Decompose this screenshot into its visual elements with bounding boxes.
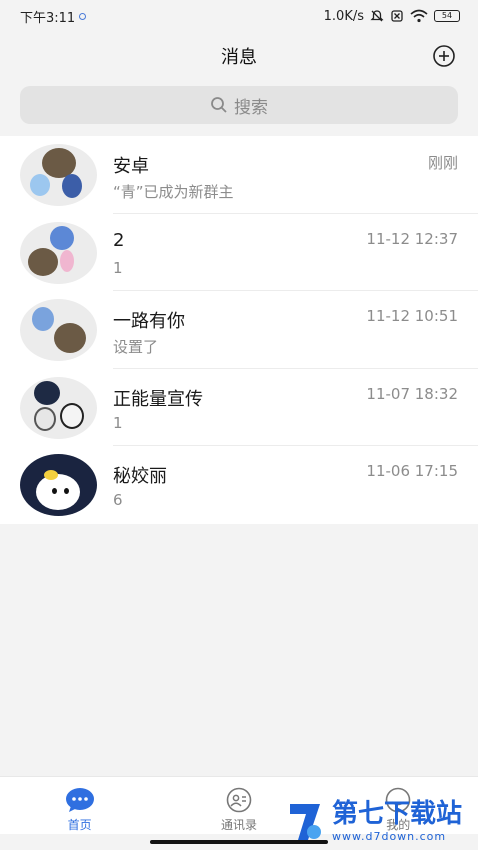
conversation-time: 11-07 18:32 (366, 384, 458, 403)
conversation-name: 秘姣丽 (113, 466, 167, 488)
conversation-row[interactable]: 正能量宣传 1 11-07 18:32 (0, 369, 478, 447)
conversation-text: 正能量宣传 1 11-07 18:32 (113, 369, 458, 447)
network-speed: 1.0K/s (323, 8, 364, 24)
conversation-time: 11-12 10:51 (366, 307, 458, 326)
conversation-time: 11-06 17:15 (366, 462, 458, 481)
conversation-message: “青”已成为新群主 (113, 183, 234, 201)
conversation-row[interactable]: 安卓 “青”已成为新群主 刚刚 (0, 136, 478, 214)
search-input[interactable]: 搜索 (20, 86, 458, 124)
conversation-time: 11-12 12:37 (366, 229, 458, 248)
conversation-time: 刚刚 (427, 154, 458, 172)
page-title: 消息 (221, 47, 257, 68)
user-avatar (20, 454, 97, 517)
search-bar[interactable]: 搜索 (20, 86, 458, 124)
status-time: 下午3:11 (20, 10, 76, 26)
conversation-name: 安卓 (113, 156, 149, 177)
add-icon[interactable] (432, 44, 456, 68)
status-right: 1.0K/s 54 (324, 9, 460, 24)
watermark-text-block: 第七下载站 www.d7down.com (332, 801, 462, 843)
conversation-message: 设置了 (113, 338, 159, 357)
wifi-icon (410, 9, 428, 23)
battery-icon: 54 (434, 10, 460, 22)
tab-contacts-label: 通讯录 (220, 818, 257, 832)
notification-icon (79, 12, 87, 20)
watermark-logo-icon (290, 804, 321, 840)
tab-home-label: 首页 (67, 818, 92, 832)
header: 消息 (0, 32, 478, 80)
group-avatar (20, 221, 97, 284)
conversation-row[interactable]: 一路有你 设置了 11-12 10:51 (0, 291, 478, 369)
watermark: 第七下载站 www.d7down.com (286, 800, 462, 844)
status-bar: 下午3:11 1.0K/s 54 (0, 0, 478, 32)
conversation-name: 一路有你 (113, 311, 185, 333)
group-avatar (20, 299, 97, 362)
watermark-url: www.d7down.com (332, 830, 447, 843)
status-left: 下午3:11 (20, 7, 87, 26)
tab-contacts[interactable]: 通讯录 (179, 787, 299, 833)
conversation-row[interactable]: 2 1 11-12 12:37 (0, 214, 478, 292)
home-indicator[interactable] (150, 840, 328, 844)
conversation-list: 安卓 “青”已成为新群主 刚刚 2 1 11-12 12:37 一路有你 设置了… (0, 136, 478, 524)
group-avatar (20, 144, 97, 206)
search-placeholder: 搜索 (234, 97, 268, 118)
conversation-text: 安卓 “青”已成为新群主 刚刚 (113, 136, 458, 214)
contacts-icon (226, 787, 252, 813)
conversation-message: 1 (113, 258, 123, 277)
conversation-text: 秘姣丽 6 11-06 17:15 (113, 446, 458, 524)
group-avatar (20, 376, 97, 439)
conversation-row[interactable]: 秘姣丽 6 11-06 17:15 (0, 446, 478, 524)
conversation-text: 一路有你 设置了 11-12 10:51 (113, 291, 458, 369)
tab-home[interactable]: 首页 (20, 787, 140, 833)
conversation-message: 6 (113, 491, 123, 510)
conversation-name: 2 (113, 229, 125, 251)
conversation-name: 正能量宣传 (113, 388, 203, 410)
sim-off-icon (391, 10, 403, 22)
conversation-message: 1 (113, 413, 123, 432)
watermark-text: 第七下载站 (332, 799, 463, 829)
mute-icon (370, 10, 384, 22)
chat-bubble-icon (65, 788, 94, 812)
search-icon (211, 97, 227, 113)
conversation-text: 2 1 11-12 12:37 (113, 214, 458, 292)
